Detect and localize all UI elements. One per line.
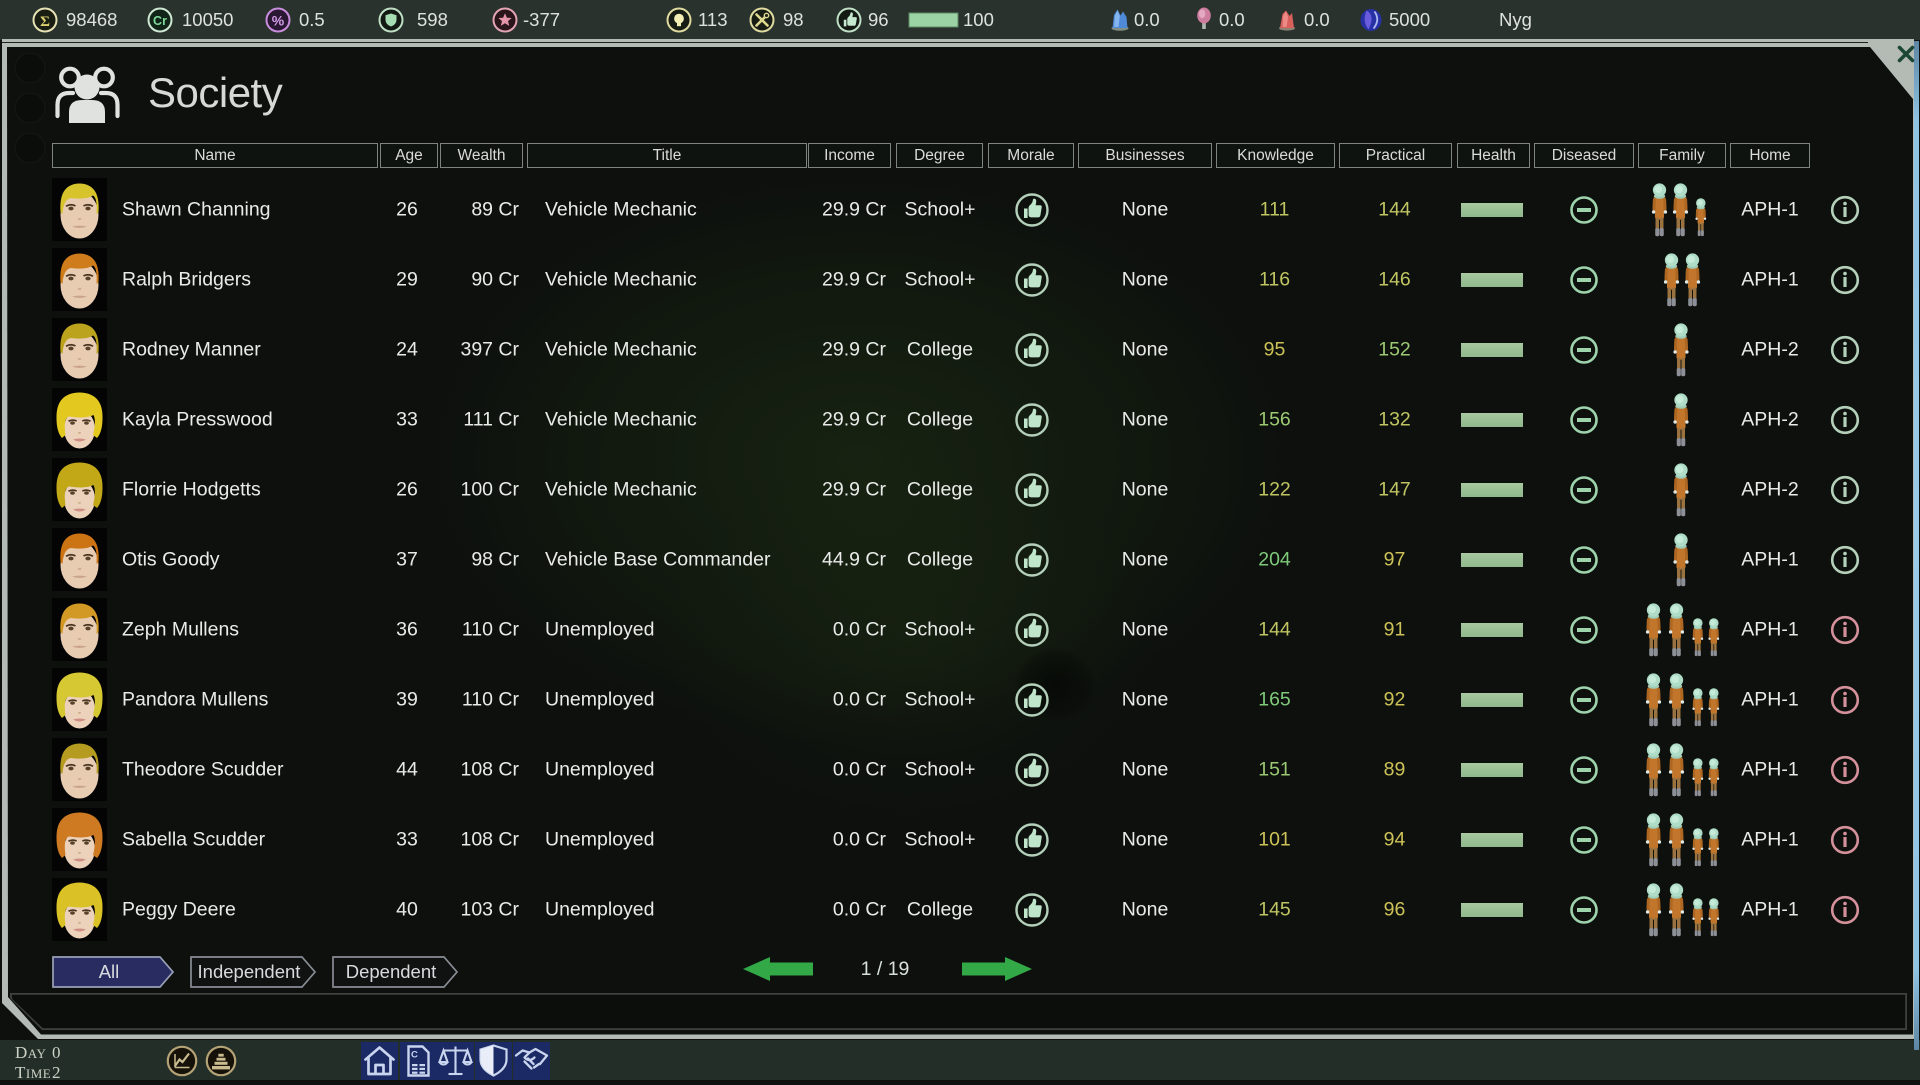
svg-text:C: C — [411, 1050, 418, 1061]
svg-text:Independent: Independent — [198, 961, 301, 982]
svg-text:Dependent: Dependent — [346, 961, 437, 982]
svg-text:Cr: Cr — [153, 14, 167, 28]
svg-text:Σ: Σ — [40, 14, 50, 30]
svg-text:All: All — [99, 961, 120, 982]
svg-text:%: % — [272, 13, 285, 29]
